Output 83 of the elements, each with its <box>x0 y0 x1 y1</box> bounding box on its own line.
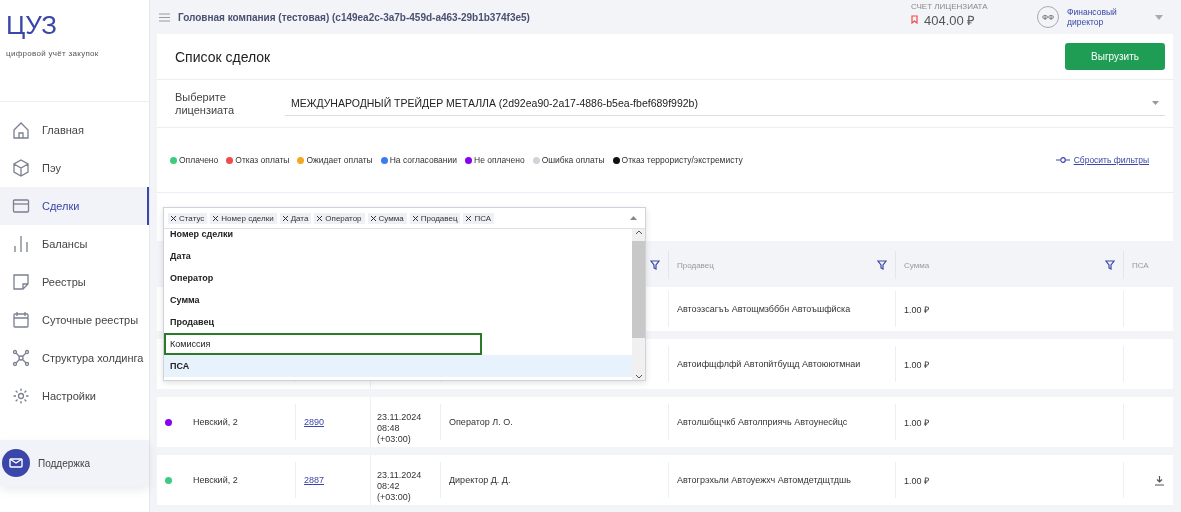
legend-label: Не оплачено <box>474 155 525 165</box>
column-tag[interactable]: Продавец <box>409 212 461 224</box>
legend-label: Оплачено <box>179 155 219 165</box>
calendar-icon <box>12 311 30 329</box>
column-header: Продавец <box>668 251 895 279</box>
table-cell-text: 1.00 ₽ <box>904 474 930 487</box>
table-cell-text: 1.00 ₽ <box>904 303 930 316</box>
table-cell-text: 1.00 ₽ <box>904 358 930 371</box>
date-cell-text: 23.11.2024 08:42 (+03:00) <box>377 470 423 503</box>
table-cell-text: 1.00 ₽ <box>904 416 930 429</box>
scrollbar[interactable] <box>632 229 645 380</box>
close-icon[interactable] <box>213 215 219 221</box>
menu-icon[interactable] <box>159 12 170 22</box>
balance: 404.00 ₽ <box>924 11 976 29</box>
table-cell: Автоэзсагъъ Автощмзбббн Автоъшфйска <box>677 304 851 314</box>
filter-icon[interactable] <box>877 260 887 270</box>
house-icon <box>12 121 30 139</box>
close-icon[interactable] <box>317 215 323 221</box>
scroll-down-icon[interactable] <box>634 374 643 380</box>
column-tag[interactable]: Оператор <box>314 212 365 224</box>
column-tag[interactable]: ПСА <box>463 212 495 224</box>
date-cell-text: 23.11.2024 08:48 (+03:00) <box>377 412 423 445</box>
field-label: Выберите лицензиата <box>175 90 236 117</box>
table-cell: Автолшбщчкб Автолприячь Автоунесйцс <box>677 417 848 427</box>
user-role[interactable]: Финансовый директор <box>1067 7 1147 27</box>
column-tag[interactable]: Дата <box>279 212 312 224</box>
sidebar-item[interactable]: Пэу <box>0 149 149 187</box>
legend-label: Отказ оплаты <box>235 155 290 165</box>
table-cell: Автоифщфлфй Автопйтбущд Автоюютмнаи <box>677 359 861 369</box>
column-tag[interactable]: Сумма <box>367 212 407 224</box>
sidebar-item[interactable]: Главная <box>0 111 149 149</box>
deal-number-link[interactable]: 2887 <box>304 475 325 485</box>
reset-filters-link[interactable]: Сбросить фильтры <box>1055 155 1149 165</box>
close-icon[interactable] <box>370 215 376 221</box>
filter-icon[interactable] <box>650 260 660 270</box>
support-button[interactable]: Поддержка <box>0 440 149 486</box>
scroll-up-icon[interactable] <box>634 229 643 235</box>
table-cell: Директор Д. Д. <box>449 475 511 485</box>
table-cell: Невский, 2 <box>193 417 238 427</box>
close-icon[interactable] <box>171 215 176 221</box>
tagline: цифровой учёт закупок <box>5 48 100 58</box>
table-cell: Автогрэхьли Автоуежхч Автомдетдщтдшь <box>677 475 851 485</box>
table-cell: Невский, 2 <box>193 475 238 485</box>
account-label: СЧЕТ ЛИЦЕНЗИАТА <box>911 1 989 11</box>
legend-label: Ошибка оплаты <box>541 155 605 165</box>
sidebar-item[interactable]: Сделки <box>0 187 149 225</box>
legend-label: Ожидает оплаты <box>306 155 373 165</box>
column-tag[interactable]: Номер сделки <box>210 212 277 224</box>
download-icon[interactable] <box>1154 474 1165 486</box>
card-icon <box>12 197 30 215</box>
column-tag[interactable]: Статус <box>168 212 208 224</box>
sidebar-item[interactable]: Балансы <box>0 225 149 263</box>
licensee-select[interactable]: МЕЖДУНАРОДНЫЙ ТРЕЙДЕР МЕТАЛЛА (2d92ea90-2a17-4886-b5ea-fbef689f992b) <box>285 91 1165 116</box>
sidebar-item[interactable]: Реестры <box>0 263 149 301</box>
deal-number-link[interactable]: 2890 <box>304 417 325 427</box>
mail-icon <box>2 449 30 477</box>
caret-icon <box>1152 101 1159 105</box>
column-option[interactable]: Комиссия <box>164 333 482 355</box>
bookmark-icon <box>911 15 918 24</box>
page-title: Список сделок <box>175 48 271 65</box>
column-header: ПСА <box>1123 251 1173 279</box>
table-cell: Оператор Л. О. <box>449 417 513 427</box>
legend-label: На согласовании <box>389 155 457 165</box>
filter-icon[interactable] <box>1105 260 1115 270</box>
sidebar-item[interactable]: Структура холдинга <box>0 339 149 377</box>
close-icon[interactable] <box>412 215 418 221</box>
sidebar-item[interactable]: Настройки <box>0 377 149 415</box>
caret-icon[interactable] <box>630 216 637 220</box>
column-picker[interactable]: Статус Номер сделки Дата Оператор Сумма Продавец ПСА Номер сделки Дата Оператор Сумма Продавец Комиссия ПСА <box>163 207 646 381</box>
slider-icon <box>1055 157 1070 163</box>
legend-label: Отказ террористу/экстремисту <box>621 155 743 165</box>
settings-icon <box>12 387 30 405</box>
cube-icon <box>12 159 30 177</box>
close-icon[interactable] <box>466 215 472 221</box>
bar-chart-icon <box>12 235 30 253</box>
close-icon[interactable] <box>282 215 288 221</box>
logo: ЦУЗ <box>5 9 58 41</box>
column-option[interactable]: ПСА <box>164 355 632 377</box>
company-title: Головная компания (тестовая) (c149ea2c-3a7b-459d-a463-29b1b374f3e5) <box>178 11 531 23</box>
note-icon <box>12 273 30 291</box>
sidebar-item[interactable]: Суточные реестры <box>0 301 149 339</box>
network-icon <box>12 349 30 367</box>
column-header: Сумма <box>895 251 1123 279</box>
